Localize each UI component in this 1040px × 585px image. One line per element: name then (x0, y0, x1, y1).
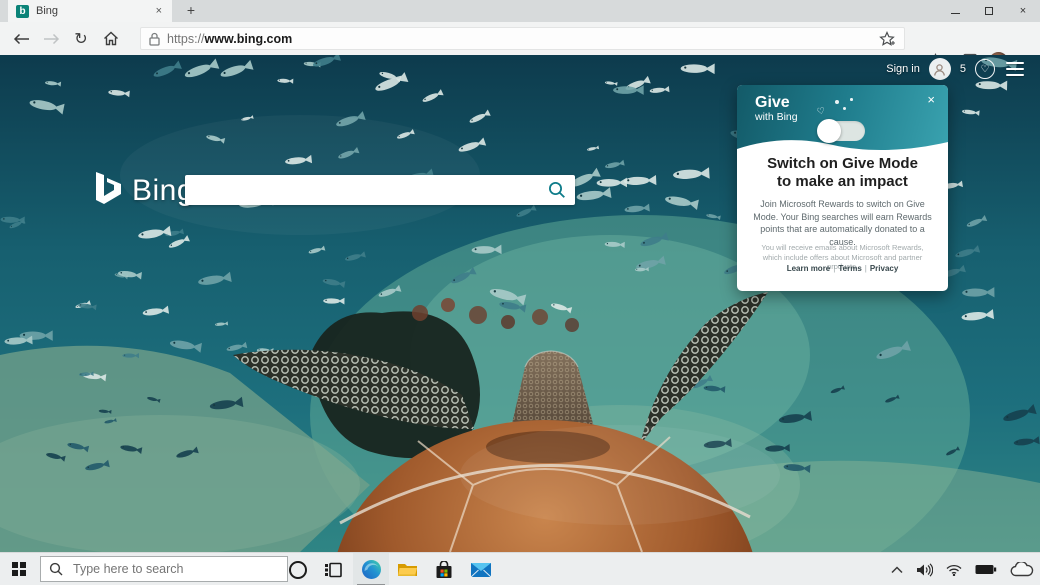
browser-tab-bing[interactable]: b Bing × (8, 0, 172, 22)
url-host: www.bing.com (205, 32, 293, 46)
cortana-icon (288, 560, 308, 580)
page-viewport: Sign in 5 ♡ Bing (0, 55, 1040, 552)
terms-link[interactable]: Terms (838, 264, 861, 273)
search-icon[interactable] (548, 181, 566, 199)
windows-taskbar (0, 552, 1040, 585)
give-panel-body-text: Join Microsoft Rewards to switch on Give… (748, 198, 937, 248)
window-close-button[interactable]: × (1006, 0, 1040, 22)
toggle-knob[interactable] (817, 119, 841, 143)
windows-logo-icon (12, 562, 27, 577)
sign-in-link[interactable]: Sign in (886, 63, 920, 75)
search-box[interactable] (185, 175, 575, 205)
bing-page-header: Sign in 5 ♡ (886, 58, 1026, 80)
system-tray (891, 553, 1034, 585)
volume-icon[interactable] (916, 563, 933, 577)
microsoft-store-button[interactable] (426, 553, 462, 585)
give-panel-close-button[interactable]: × (923, 90, 939, 109)
give-panel-heading: Switch on Give Mode to make an impact (737, 155, 948, 191)
new-tab-button[interactable]: + (178, 0, 204, 22)
edge-browser-button[interactable] (353, 553, 389, 585)
taskbar-search-input[interactable] (71, 561, 279, 577)
file-explorer-icon (397, 561, 418, 578)
give-mode-heart-button[interactable]: ♡ (975, 59, 995, 79)
hearts-bubbles-decoration: ♡ (813, 98, 873, 120)
browser-toolbar: ↻ https://www.bing.com ⋯ (0, 22, 1040, 55)
give-with-bing-panel: Give with Bing × ♡ Switch on Give Mode t… (737, 85, 948, 291)
tab-title: Bing (36, 5, 154, 17)
window-minimize-button[interactable] (938, 0, 972, 22)
home-button[interactable] (96, 25, 126, 53)
learn-more-link[interactable]: Learn more (787, 264, 831, 273)
maximize-icon (985, 7, 993, 15)
wifi-icon[interactable] (946, 564, 962, 576)
sign-in-avatar[interactable] (929, 58, 951, 80)
taskbar-search-box[interactable] (40, 556, 288, 582)
address-bar[interactable]: https://www.bing.com (140, 27, 905, 50)
rewards-points-count: 5 (960, 63, 966, 75)
lock-icon (149, 32, 160, 46)
store-icon (435, 561, 453, 579)
window-maximize-button[interactable] (972, 0, 1006, 22)
refresh-button[interactable]: ↻ (66, 25, 96, 53)
file-explorer-button[interactable] (389, 553, 425, 585)
bing-logo: Bing (95, 172, 194, 206)
person-icon (933, 63, 946, 76)
bing-logo-icon (95, 172, 123, 206)
tab-close-icon[interactable]: × (154, 5, 164, 17)
cortana-button[interactable] (280, 553, 316, 585)
back-button[interactable] (6, 25, 36, 53)
task-view-button[interactable] (316, 553, 352, 585)
minimize-icon (951, 13, 960, 14)
taskbar-search-icon (49, 562, 63, 576)
edge-icon (361, 559, 382, 580)
forward-button[interactable] (36, 25, 66, 53)
privacy-link[interactable]: Privacy (870, 264, 898, 273)
window-controls: × (938, 0, 1040, 22)
forward-icon (43, 33, 60, 45)
back-icon (13, 33, 30, 45)
menu-button[interactable] (1004, 60, 1026, 78)
give-panel-links: Learn more|Terms|Privacy (737, 264, 948, 273)
search-input[interactable] (185, 175, 548, 205)
mail-button[interactable] (463, 553, 499, 585)
tray-chevron-up-icon[interactable] (891, 566, 903, 574)
give-panel-title: Give with Bing (755, 94, 798, 123)
mail-icon (470, 562, 492, 578)
onedrive-cloud-icon[interactable] (1010, 562, 1034, 577)
tab-bar: b Bing × + × (0, 0, 1040, 22)
task-view-icon (324, 561, 344, 579)
bing-favicon-icon: b (16, 5, 29, 18)
home-icon (103, 31, 119, 46)
give-mode-toggle[interactable] (819, 121, 865, 141)
add-favorite-icon[interactable] (879, 31, 896, 47)
start-button[interactable] (0, 553, 38, 585)
screen: b Bing × + × ↻ https://www.bing.com (0, 0, 1040, 585)
battery-icon[interactable] (975, 564, 997, 575)
url-text: https://www.bing.com (167, 32, 292, 46)
